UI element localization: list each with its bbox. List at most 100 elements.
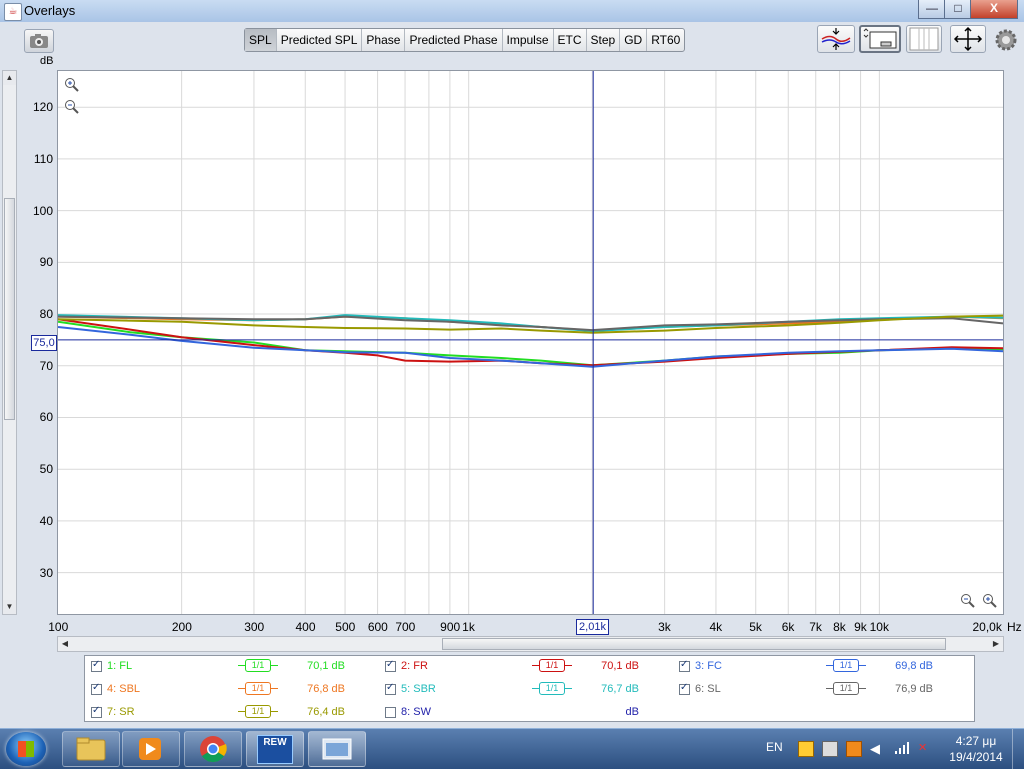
window-title: Overlays <box>24 3 76 18</box>
camera-icon[interactable] <box>24 29 54 53</box>
horizontal-scroll-thumb[interactable] <box>442 638 946 650</box>
x-tick-label: 3k <box>658 620 671 634</box>
tab-gd[interactable]: GD <box>620 29 648 51</box>
legend-name: 6: SL <box>695 683 721 695</box>
x-tick-label: 20,0k <box>972 620 1002 634</box>
y-tick-label: 50 <box>39 462 53 477</box>
x-tick-label: 4k <box>709 620 723 634</box>
tab-etc[interactable]: ETC <box>554 29 587 51</box>
graph-toolbar: SPL Predicted SPL Phase Predicted Phase … <box>0 22 1024 68</box>
y-tick-label: 100 <box>32 203 53 218</box>
x-tick-label: 6k <box>781 620 795 634</box>
legend-name: 3: FC <box>695 660 722 672</box>
legend-value: 70,1 dB <box>601 660 639 672</box>
start-button[interactable] <box>6 732 46 766</box>
java-app-icon: ☕ <box>4 3 22 21</box>
x-zoom-out-icon <box>983 594 997 608</box>
y-tick-label: 110 <box>33 151 53 166</box>
scroll-up-arrow-icon[interactable]: ▲ <box>3 71 16 85</box>
x-tick-label: 300 <box>244 620 265 634</box>
split-view-icon[interactable] <box>906 25 942 53</box>
checkbox-sl[interactable] <box>679 682 690 695</box>
overlay-legend: 1: FL 1/1 70,1 dB 2: FR 1/1 70,1 dB 3: F… <box>84 655 975 722</box>
tray-flag-icon[interactable] <box>846 741 862 757</box>
overlay-window-icon[interactable] <box>308 731 366 767</box>
explorer-icon[interactable] <box>62 731 120 767</box>
x-tick-label: 500 <box>335 620 356 634</box>
x-tick-label: 10k <box>869 620 889 634</box>
x-zoom-in-icon <box>961 594 975 608</box>
media-player-icon[interactable] <box>122 731 180 767</box>
smoothing-button[interactable]: 1/1 <box>826 659 866 672</box>
title-bar: ☕ Overlays — □ X <box>0 0 1024 23</box>
tab-impulse[interactable]: Impulse <box>503 29 554 51</box>
tab-rt60[interactable]: RT60 <box>647 29 684 51</box>
legend-value: 76,9 dB <box>895 683 933 695</box>
checkbox-fc[interactable] <box>679 659 690 672</box>
y-cursor-readout: 75,0 <box>31 335 57 351</box>
y-tick-label: 80 <box>39 307 53 322</box>
x-tick-label: 700 <box>395 620 416 634</box>
maximize-button[interactable]: □ <box>944 0 972 19</box>
legend-name: 2: FR <box>401 660 428 672</box>
tab-predicted-phase[interactable]: Predicted Phase <box>405 29 503 51</box>
limits-icon[interactable] <box>859 25 901 53</box>
y-tick-label: 40 <box>39 513 53 528</box>
rew-icon[interactable]: REW <box>246 731 304 767</box>
checkbox-sw[interactable] <box>385 707 396 718</box>
minimize-button[interactable]: — <box>918 0 946 19</box>
y-tick-label: 30 <box>39 565 53 580</box>
smoothing-button[interactable]: 1/1 <box>826 682 866 695</box>
scroll-left-arrow-icon[interactable]: ◀ <box>58 637 72 651</box>
fit-curves-icon[interactable] <box>817 25 855 53</box>
volume-icon[interactable]: ◀ <box>870 741 880 757</box>
tab-spl[interactable]: SPL <box>245 29 277 51</box>
tab-phase[interactable]: Phase <box>362 29 406 51</box>
power-warning-icon[interactable]: ✕ <box>918 741 932 755</box>
legend-value: 70,1 dB <box>307 660 345 672</box>
smoothing-button[interactable]: 1/1 <box>238 682 278 695</box>
tray-app-icon[interactable] <box>798 741 814 757</box>
windows-logo-icon <box>18 741 34 757</box>
close-button[interactable]: X <box>970 0 1018 19</box>
settings-gear-icon[interactable] <box>993 27 1019 53</box>
legend-name: 4: SBL <box>107 683 141 695</box>
checkbox-sbr[interactable] <box>385 682 396 695</box>
x-axis-unit: Hz <box>1007 620 1022 634</box>
tab-step[interactable]: Step <box>587 29 621 51</box>
plot-curves <box>58 314 1003 368</box>
smoothing-button[interactable]: 1/1 <box>532 682 572 695</box>
checkbox-sbl[interactable] <box>91 682 102 695</box>
legend-row: 7: SR 1/1 76,4 dB 8: SW dB <box>85 703 974 723</box>
language-indicator[interactable]: EN <box>766 740 783 754</box>
horizontal-scrollbar[interactable]: ◀ ▶ <box>57 636 1004 652</box>
x-tick-label: 900 <box>440 620 461 634</box>
smoothing-button[interactable]: 1/1 <box>238 659 278 672</box>
y-tick-label: 120 <box>32 100 53 115</box>
legend-value: 76,7 dB <box>601 683 639 695</box>
legend-value: dB <box>625 706 639 718</box>
spl-graph[interactable] <box>57 70 1004 615</box>
taskbar-clock[interactable]: 4:27 μμ 19/4/2014 <box>946 733 1006 765</box>
network-signal-icon[interactable] <box>894 741 910 758</box>
tray-device-icon[interactable] <box>822 741 838 757</box>
show-desktop-button[interactable] <box>1012 729 1024 769</box>
pan-arrows-icon[interactable] <box>950 25 986 53</box>
legend-name: 8: SW <box>401 706 431 718</box>
scroll-down-arrow-icon[interactable]: ▼ <box>3 600 16 614</box>
legend-name: 7: SR <box>107 706 135 718</box>
chrome-icon[interactable] <box>184 731 242 767</box>
legend-row: 1: FL 1/1 70,1 dB 2: FR 1/1 70,1 dB 3: F… <box>85 657 974 677</box>
rew-label: REW <box>257 735 293 764</box>
checkbox-fr[interactable] <box>385 659 396 672</box>
checkbox-fl[interactable] <box>91 659 102 672</box>
x-tick-label: 1k <box>462 620 475 634</box>
smoothing-button[interactable]: 1/1 <box>532 659 572 672</box>
checkbox-sr[interactable] <box>91 705 102 718</box>
legend-name: 1: FL <box>107 660 133 672</box>
scroll-right-arrow-icon[interactable]: ▶ <box>989 637 1003 651</box>
tab-predicted-spl[interactable]: Predicted SPL <box>277 29 363 51</box>
spl-plot-svg <box>58 71 1003 614</box>
smoothing-button[interactable]: 1/1 <box>238 705 278 718</box>
x-tick-label: 400 <box>295 620 316 634</box>
